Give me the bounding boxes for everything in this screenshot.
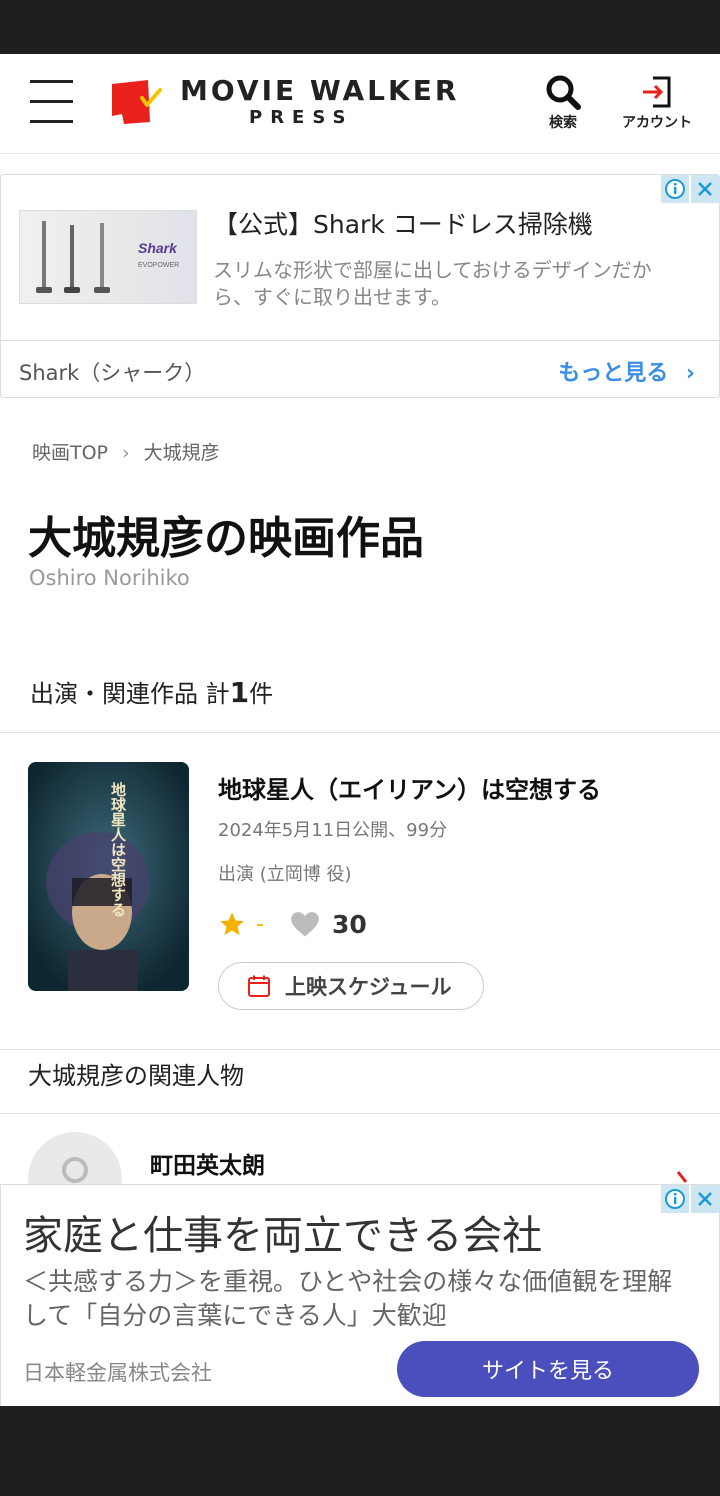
works-unit: 件 (249, 680, 274, 708)
breadcrumb-current: 大城規彦 (143, 442, 220, 464)
film-release-info: 2024年5月11日公開、99分 (218, 820, 448, 841)
menu-icon[interactable] (30, 80, 73, 124)
divider (0, 1113, 720, 1114)
ad-close-icon[interactable] (691, 1185, 719, 1213)
advertisement-banner-bottom[interactable]: 家庭と仕事を両立できる会社 ＜共感する力＞を重視。ひとや社会の様々な価値観を理解… (0, 1184, 720, 1406)
page-title: 大城規彦の映画作品 (28, 513, 424, 564)
chevron-right-icon: › (685, 361, 695, 386)
status-bar (0, 0, 720, 54)
navigation-bar (0, 1406, 720, 1496)
ad-image-brand: Shark (138, 240, 178, 256)
site-logo[interactable]: MOVIE WALKER PRESS (110, 74, 456, 134)
ad-brand: 日本軽金属株式会社 (23, 1361, 212, 1385)
ad-image-sub: EVOPOWER (138, 262, 179, 269)
ad-close-icon[interactable] (691, 175, 719, 203)
logo-subtext: PRESS (249, 107, 354, 128)
poster-title: 地球星人は空想する (109, 781, 127, 917)
site-header: MOVIE WALKER PRESS 検索 アカウント (0, 54, 720, 154)
film-poster[interactable]: 地球星人は空想する (28, 762, 189, 991)
breadcrumb-home[interactable]: 映画TOP (32, 442, 108, 464)
works-label: 出演・関連作品 計 (30, 680, 230, 708)
page-subtitle: Oshiro Norihiko (29, 566, 190, 590)
ad-description[interactable]: スリムな形状で部屋に出しておけるデザインだから、すぐに取り出せます。 (213, 257, 673, 311)
schedule-button[interactable]: 上映スケジュール (218, 962, 484, 1010)
logo-text: MOVIE WALKER (180, 74, 460, 107)
film-stats: - 30 (218, 904, 367, 944)
vacuum-image-icon: Shark EVOPOWER (36, 221, 179, 293)
chevron-right-icon: › (122, 442, 130, 464)
film-likes: 30 (331, 909, 367, 939)
film-role: 出演 (立岡博 役) (218, 864, 352, 885)
ad-more-label: もっと見る (558, 361, 669, 386)
divider (0, 1049, 720, 1050)
ad-title[interactable]: 家庭と仕事を両立できる会社 (23, 1203, 542, 1261)
advertisement-banner[interactable]: Shark EVOPOWER 【公式】Shark コードレス掃除機 スリムな形状… (0, 174, 720, 398)
works-count: 1 (229, 676, 250, 709)
divider (0, 732, 720, 733)
search-button[interactable]: 検索 (538, 74, 588, 132)
related-person-name[interactable]: 町田英太朗 (150, 1146, 265, 1180)
ad-cta-button[interactable]: サイトを見る (397, 1341, 699, 1397)
ad-more-link[interactable]: もっと見る › (558, 355, 695, 387)
schedule-label: 上映スケジュール (285, 975, 452, 999)
film-rating: - (256, 911, 264, 937)
ad-footer[interactable]: Shark（シャーク） もっと見る › (1, 340, 719, 397)
star-icon (220, 912, 244, 936)
ad-choices[interactable] (659, 1185, 719, 1213)
ad-info-icon[interactable] (661, 175, 689, 203)
search-label: 検索 (549, 115, 577, 131)
ad-brand: Shark（シャーク） (19, 361, 206, 385)
film-title[interactable]: 地球星人（エイリアン）は空想する (218, 770, 601, 805)
heart-icon[interactable] (290, 910, 320, 938)
account-label: アカウント (622, 115, 692, 131)
ad-info-icon[interactable] (661, 1185, 689, 1213)
ad-product-image[interactable]: Shark EVOPOWER (19, 210, 197, 304)
search-icon (546, 75, 581, 110)
breadcrumb: 映画TOP › 大城規彦 (32, 438, 220, 465)
account-button[interactable]: アカウント (612, 74, 702, 132)
logo-mark-icon (112, 80, 162, 124)
page: MOVIE WALKER PRESS 検索 アカウント Shark EVOPOW… (0, 54, 720, 1406)
ad-title[interactable]: 【公式】Shark コードレス掃除機 (213, 205, 593, 241)
ad-choices[interactable] (659, 175, 719, 203)
related-people-heading: 大城規彦の関連人物 (28, 1062, 244, 1090)
login-icon (643, 76, 671, 108)
poster-image-icon: 地球星人は空想する (28, 762, 189, 991)
ad-description[interactable]: ＜共感する力＞を重視。ひとや社会の様々な価値観を理解して「自分の言葉にできる人」… (23, 1265, 693, 1333)
works-heading: 出演・関連作品 計1件 (30, 674, 273, 709)
calendar-icon (248, 975, 270, 997)
